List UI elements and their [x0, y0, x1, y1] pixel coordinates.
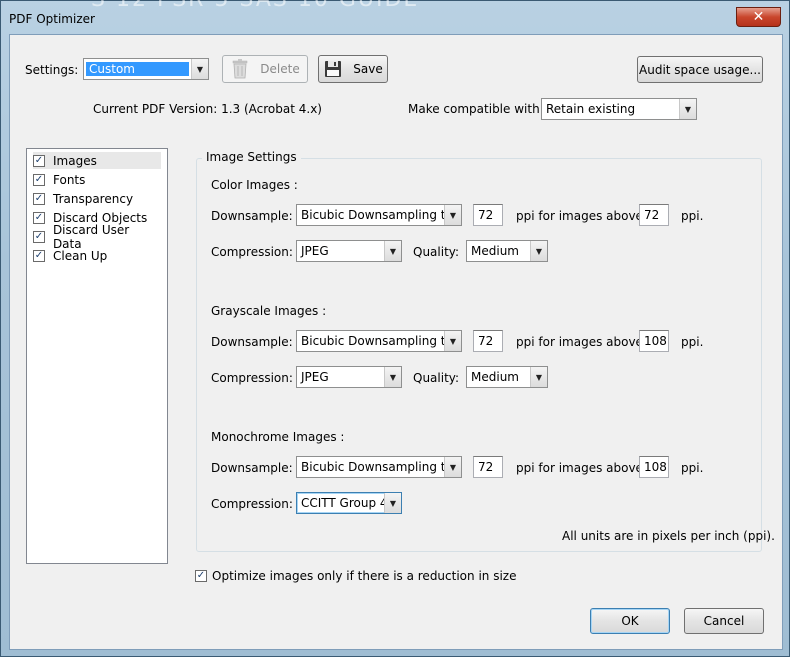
color-downsample-label: Downsample: [211, 209, 293, 223]
color-quality-dropdown[interactable]: Medium ▼ [466, 240, 548, 262]
grayscale-compression-dropdown[interactable]: JPEG ▼ [296, 366, 402, 388]
units-note: All units are in pixels per inch (ppi). [562, 529, 775, 543]
check-icon[interactable]: ✓ [33, 249, 45, 262]
trash-icon [230, 59, 250, 79]
check-icon[interactable]: ✓ [33, 173, 45, 186]
chevron-down-icon: ▼ [530, 367, 547, 387]
monochrome-ppi-input[interactable]: 72 [473, 456, 503, 478]
category-item-images[interactable]: ✓ Images [33, 152, 161, 169]
chevron-down-icon: ▼ [679, 99, 696, 119]
image-settings-title: Image Settings [202, 150, 301, 164]
category-label: Images [53, 153, 97, 168]
grayscale-quality-label: Quality: [413, 371, 460, 385]
delete-label: Delete [260, 62, 300, 76]
grayscale-downsample-value: Bicubic Downsampling to [301, 334, 444, 348]
monochrome-above-label: ppi for images above [516, 461, 643, 475]
grayscale-downsample-dropdown[interactable]: Bicubic Downsampling to ▼ [296, 330, 462, 352]
compatible-label: Make compatible with: [408, 102, 544, 116]
color-quality-label: Quality: [413, 245, 460, 259]
color-above-input[interactable]: 72 [639, 204, 669, 226]
category-list: ✓ Images ✓ Fonts ✓ Transparency ✓ Discar… [26, 148, 168, 564]
monochrome-above-input[interactable]: 108 [639, 456, 669, 478]
color-downsample-value: Bicubic Downsampling to [301, 208, 444, 222]
color-quality-value: Medium [471, 244, 519, 258]
monochrome-compression-dropdown[interactable]: CCITT Group 4 ▼ [296, 492, 402, 514]
chevron-down-icon: ▼ [444, 457, 461, 477]
category-item-transparency[interactable]: ✓ Transparency [33, 190, 161, 207]
check-icon[interactable]: ✓ [33, 230, 45, 243]
chevron-down-icon: ▼ [384, 493, 401, 513]
floppy-disk-icon [323, 59, 343, 79]
grayscale-quality-value: Medium [471, 370, 519, 384]
chevron-down-icon: ▼ [384, 241, 401, 261]
chevron-down-icon: ▼ [384, 367, 401, 387]
grayscale-downsample-label: Downsample: [211, 335, 293, 349]
monochrome-compression-label: Compression: [211, 497, 293, 511]
window-title: PDF Optimizer [9, 12, 95, 26]
category-label: Clean Up [53, 248, 108, 263]
chevron-down-icon: ▼ [444, 205, 461, 225]
check-icon[interactable]: ✓ [33, 192, 45, 205]
optimize-only-checkbox[interactable]: ✓ Optimize images only if there is a red… [195, 569, 516, 583]
color-compression-dropdown[interactable]: JPEG ▼ [296, 240, 402, 262]
monochrome-downsample-label: Downsample: [211, 461, 293, 475]
check-icon[interactable]: ✓ [33, 154, 45, 167]
color-downsample-dropdown[interactable]: Bicubic Downsampling to ▼ [296, 204, 462, 226]
current-version-label: Current PDF Version: 1.3 (Acrobat 4.x) [93, 102, 322, 116]
chevron-down-icon: ▼ [444, 331, 461, 351]
monochrome-images-heading: Monochrome Images : [211, 430, 345, 444]
color-images-heading: Color Images : [211, 178, 298, 192]
chevron-down-icon: ▼ [191, 59, 208, 79]
grayscale-images-heading: Grayscale Images : [211, 304, 327, 318]
grayscale-compression-value: JPEG [301, 370, 329, 384]
category-item-fonts[interactable]: ✓ Fonts [33, 171, 161, 188]
window-frame: S 12 PSR 5 SAS 10 GUIDE PDF Optimizer ✕ … [0, 0, 790, 657]
color-above-label: ppi for images above [516, 209, 643, 223]
color-compression-value: JPEG [301, 244, 329, 258]
save-button[interactable]: Save [318, 55, 388, 83]
dialog-client: Settings: Custom ▼ Delete Save Audit spa… [9, 34, 783, 650]
category-label: Transparency [53, 191, 134, 206]
monochrome-ppi-suffix: ppi. [681, 461, 704, 475]
grayscale-quality-dropdown[interactable]: Medium ▼ [466, 366, 548, 388]
settings-dropdown[interactable]: Custom ▼ [83, 58, 209, 80]
category-item-discard-user-data[interactable]: ✓ Discard User Data [33, 223, 161, 251]
background-text: S 12 PSR 5 SAS 10 GUIDE [91, 0, 419, 12]
monochrome-downsample-value: Bicubic Downsampling to [301, 460, 444, 474]
monochrome-downsample-dropdown[interactable]: Bicubic Downsampling to ▼ [296, 456, 462, 478]
compatibility-dropdown[interactable]: Retain existing ▼ [541, 98, 697, 120]
category-label: Fonts [53, 172, 86, 187]
grayscale-above-input[interactable]: 108 [639, 330, 669, 352]
chevron-down-icon: ▼ [530, 241, 547, 261]
grayscale-compression-label: Compression: [211, 371, 293, 385]
close-button[interactable]: ✕ [736, 7, 781, 27]
settings-value: Custom [86, 62, 189, 76]
grayscale-ppi-input[interactable]: 72 [473, 330, 503, 352]
category-item-clean-up[interactable]: ✓ Clean Up [33, 247, 161, 264]
grayscale-ppi-suffix: ppi. [681, 335, 704, 349]
delete-button[interactable]: Delete [222, 55, 308, 83]
audit-space-usage-button[interactable]: Audit space usage... [637, 56, 763, 83]
check-icon[interactable]: ✓ [195, 570, 207, 582]
color-ppi-input[interactable]: 72 [473, 204, 503, 226]
compatibility-value: Retain existing [546, 102, 636, 116]
close-icon: ✕ [752, 9, 765, 25]
color-ppi-suffix: ppi. [681, 209, 704, 223]
cancel-button[interactable]: Cancel [684, 608, 764, 634]
grayscale-above-label: ppi for images above [516, 335, 643, 349]
color-compression-label: Compression: [211, 245, 293, 259]
optimize-only-label: Optimize images only if there is a reduc… [212, 569, 517, 583]
monochrome-compression-value: CCITT Group 4 [301, 496, 384, 510]
check-icon[interactable]: ✓ [33, 211, 45, 224]
save-label: Save [353, 62, 383, 76]
settings-label: Settings: [25, 63, 79, 77]
ok-button[interactable]: OK [590, 608, 670, 634]
